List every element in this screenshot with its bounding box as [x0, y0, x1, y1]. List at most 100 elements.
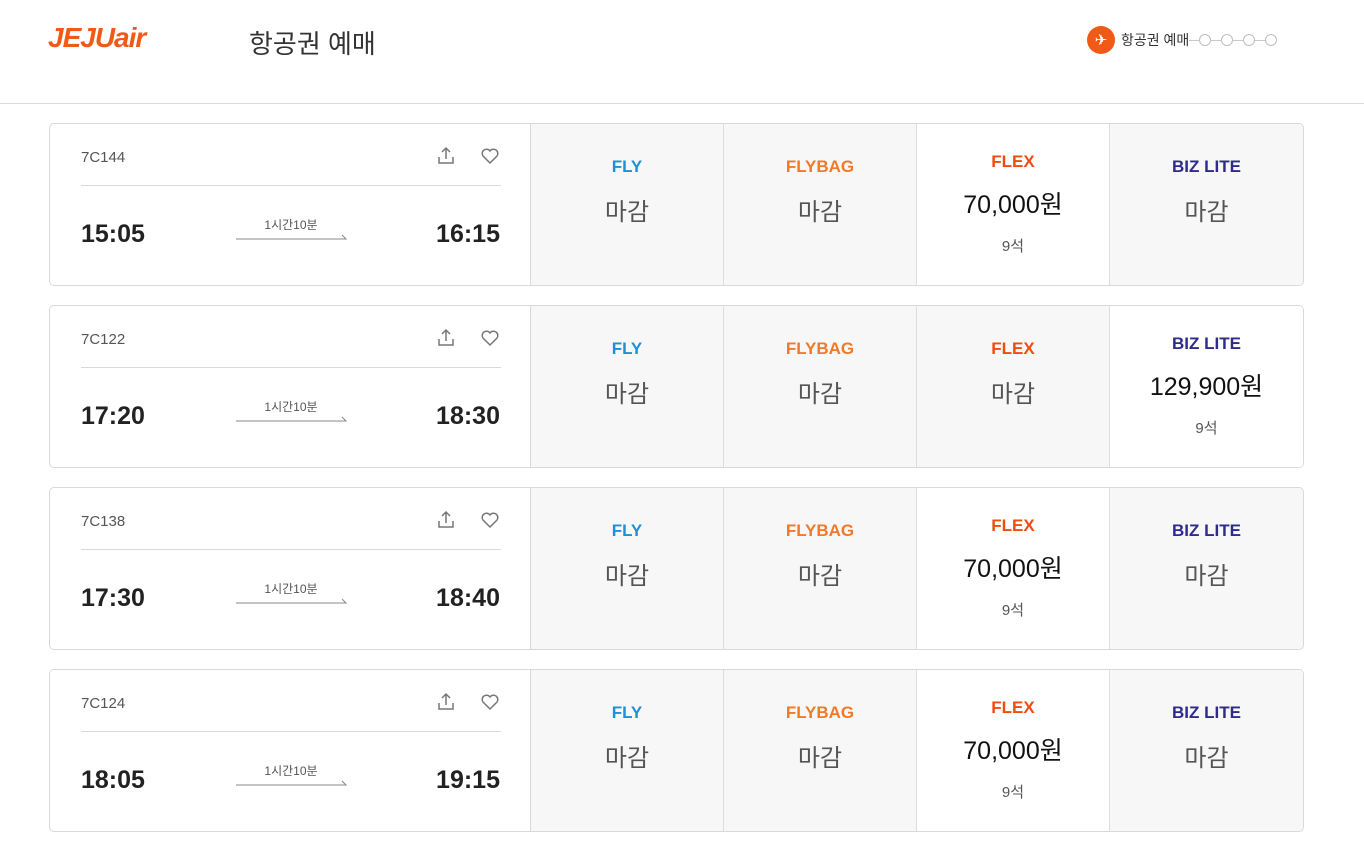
divider — [81, 731, 501, 732]
fare-flybag[interactable]: FLYBAG 마감 — [724, 670, 917, 831]
flight-info: 7C124 18:05 1시간10분 19:15 — [50, 670, 531, 831]
arrival-time: 16:15 — [436, 220, 500, 248]
fare-fly[interactable]: FLY 마감 — [531, 488, 724, 649]
flight-number: 7C124 — [81, 695, 126, 712]
share-icon[interactable] — [434, 690, 458, 714]
arrival-time: 19:15 — [436, 766, 500, 794]
fare-status: 마감 — [604, 381, 650, 408]
header: JEJUair 항공권 예매 ✈ 항공권 예매 — [0, 0, 1364, 104]
fare-name: FLY — [611, 157, 643, 176]
fare-name: FLY — [611, 521, 643, 540]
fare-name: FLEX — [991, 339, 1035, 358]
flight-number: 7C138 — [81, 513, 126, 530]
fare-fly[interactable]: FLY 마감 — [531, 124, 724, 285]
divider — [81, 185, 501, 186]
progress-step-dot — [1243, 34, 1256, 46]
fare-biz-lite[interactable]: BIZ LITE 129,900원 9석 — [1110, 306, 1303, 467]
fare-status: 마감 — [1184, 199, 1229, 226]
heart-icon[interactable] — [478, 508, 502, 532]
fare-seats: 9석 — [1001, 784, 1025, 801]
flight-card: 7C124 18:05 1시간10분 19:15 FLY 마감 FLYBAG 마… — [49, 669, 1304, 832]
fare-seats: 9석 — [1001, 238, 1025, 255]
fare-biz-lite[interactable]: BIZ LITE 마감 — [1110, 670, 1303, 831]
fare-price: 129,900원 — [1149, 373, 1264, 401]
divider — [81, 549, 501, 550]
fare-name: BIZ LITE — [1172, 157, 1241, 176]
fare-name: FLYBAG — [785, 339, 855, 358]
fare-status: 마감 — [990, 381, 1036, 408]
fare-status: 마감 — [797, 381, 843, 408]
share-icon[interactable] — [434, 508, 458, 532]
divider — [81, 367, 501, 368]
fare-flex[interactable]: FLEX 마감 — [917, 306, 1110, 467]
fare-status: 마감 — [604, 563, 650, 590]
departure-time: 15:05 — [81, 220, 145, 248]
flight-duration: 1시간10분 — [264, 400, 318, 414]
fare-price: 70,000원 — [963, 737, 1063, 765]
fare-status: 마감 — [604, 199, 650, 226]
flight-duration: 1시간10분 — [264, 764, 318, 778]
fare-name: BIZ LITE — [1172, 521, 1241, 540]
duration-arrow-icon — [236, 598, 348, 604]
fare-status: 마감 — [1184, 563, 1229, 590]
flight-number: 7C144 — [81, 149, 126, 166]
fare-flybag[interactable]: FLYBAG 마감 — [724, 488, 917, 649]
fare-biz-lite[interactable]: BIZ LITE 마감 — [1110, 488, 1303, 649]
departure-time: 17:30 — [81, 584, 145, 612]
fare-name: FLYBAG — [785, 703, 855, 722]
fare-name: FLYBAG — [785, 521, 855, 540]
progress-line — [1211, 39, 1222, 41]
progress-line — [1189, 39, 1200, 41]
heart-icon[interactable] — [478, 326, 502, 350]
fare-flex[interactable]: FLEX 70,000원 9석 — [917, 670, 1110, 831]
progress-step-dot — [1199, 34, 1212, 46]
flight-info: 7C122 17:20 1시간10분 18:30 — [50, 306, 531, 467]
departure-time: 17:20 — [81, 402, 145, 430]
flight-info: 7C138 17:30 1시간10분 18:40 — [50, 488, 531, 649]
flight-duration: 1시간10분 — [264, 582, 318, 596]
fare-fly[interactable]: FLY 마감 — [531, 306, 724, 467]
share-icon[interactable] — [434, 144, 458, 168]
fare-name: FLY — [611, 339, 643, 358]
flight-list: 7C144 15:05 1시간10분 16:15 FLY 마감 FLYBAG 마… — [49, 123, 1304, 851]
fare-flex[interactable]: FLEX 70,000원 9석 — [917, 488, 1110, 649]
fare-name: FLEX — [991, 698, 1035, 717]
progress-line — [1255, 39, 1266, 41]
duration-arrow-icon — [236, 234, 348, 240]
fare-flybag[interactable]: FLYBAG 마감 — [724, 124, 917, 285]
fare-biz-lite[interactable]: BIZ LITE 마감 — [1110, 124, 1303, 285]
fare-flybag[interactable]: FLYBAG 마감 — [724, 306, 917, 467]
fare-seats: 9석 — [1001, 602, 1025, 619]
jejuair-logo[interactable]: JEJUair — [48, 22, 146, 54]
fare-name: FLEX — [991, 152, 1035, 171]
flight-card: 7C122 17:20 1시간10분 18:30 FLY 마감 FLYBAG 마… — [49, 305, 1304, 468]
fare-name: BIZ LITE — [1172, 334, 1241, 353]
fare-status: 마감 — [1184, 745, 1229, 772]
flight-card: 7C138 17:30 1시간10분 18:40 FLY 마감 FLYBAG 마… — [49, 487, 1304, 650]
fare-price: 70,000원 — [963, 555, 1063, 583]
fare-price: 70,000원 — [963, 191, 1063, 219]
duration-arrow-icon — [236, 780, 348, 786]
fare-status: 마감 — [797, 745, 843, 772]
progress-line — [1233, 39, 1244, 41]
fare-status: 마감 — [797, 199, 843, 226]
heart-icon[interactable] — [478, 144, 502, 168]
fare-name: FLYBAG — [785, 157, 855, 176]
fare-seats: 9석 — [1195, 420, 1218, 437]
fare-fly[interactable]: FLY 마감 — [531, 670, 724, 831]
flight-card: 7C144 15:05 1시간10분 16:15 FLY 마감 FLYBAG 마… — [49, 123, 1304, 286]
fare-status: 마감 — [604, 745, 650, 772]
page-title: 항공권 예매 — [249, 29, 376, 59]
fare-flex[interactable]: FLEX 70,000원 9석 — [917, 124, 1110, 285]
share-icon[interactable] — [434, 326, 458, 350]
booking-progress: ✈ 항공권 예매 — [1087, 26, 1278, 54]
flight-info: 7C144 15:05 1시간10분 16:15 — [50, 124, 531, 285]
fare-name: FLEX — [991, 516, 1035, 535]
progress-step-dot — [1265, 34, 1278, 46]
arrival-time: 18:30 — [436, 402, 500, 430]
progress-step-dot — [1221, 34, 1234, 46]
progress-step-label: 항공권 예매 — [1121, 32, 1190, 48]
duration-arrow-icon — [236, 416, 348, 422]
airplane-icon: ✈ — [1087, 26, 1115, 54]
heart-icon[interactable] — [478, 690, 502, 714]
